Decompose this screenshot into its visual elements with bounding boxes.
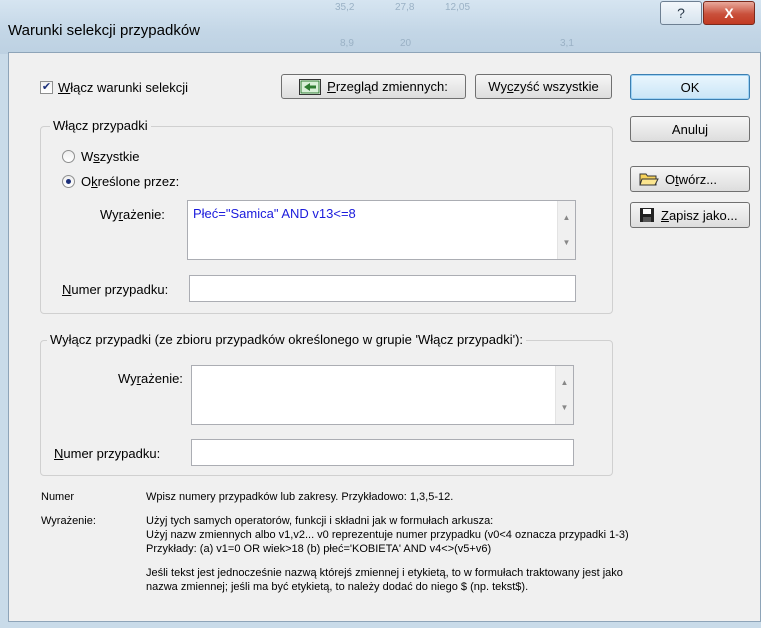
help-line: Użyj nazw zmiennych albo v1,v2... v0 rep… (146, 529, 629, 541)
include-case-number-field[interactable] (189, 275, 576, 302)
save-as-button[interactable]: Zapisz jako... (630, 202, 750, 228)
background-fragment: 35,2 (335, 2, 355, 13)
scroll-up-icon[interactable]: ▲ (561, 378, 569, 387)
folder-open-icon (639, 173, 659, 186)
radio-specified-circle[interactable] (62, 175, 75, 188)
background-fragment: 8,9 (340, 38, 354, 49)
exclude-expression-field[interactable]: ▲ ▼ (191, 365, 574, 425)
help-note-line: nazwa zmiennej; jeśli ma być etykietą, t… (146, 581, 529, 593)
clear-all-label: Wyczyść wszystkie (488, 79, 599, 94)
ok-button[interactable]: OK (630, 74, 750, 100)
exclude-cases-title: Wyłącz przypadki (ze zbioru przypadków o… (47, 332, 527, 347)
scroll-down-icon[interactable]: ▼ (563, 238, 571, 247)
open-label: Otwórz... (665, 171, 718, 187)
cancel-button[interactable]: Anuluj (630, 116, 750, 142)
radio-all[interactable]: Wszystkie (62, 149, 140, 164)
help-button[interactable]: ? (660, 1, 702, 25)
help-note-line: Jeśli tekst jest jednocześnie nazwą któr… (146, 567, 623, 579)
variables-icon (299, 78, 322, 95)
exclude-expression-label: Wyrażenie: (118, 371, 183, 386)
checkbox-box[interactable]: ✔ (40, 81, 53, 94)
enable-selection-checkbox[interactable]: ✔ Włącz warunki selekcji (40, 80, 188, 95)
help-line: Przykłady: (a) v1=0 OR wiek>18 (b) płeć=… (146, 543, 492, 555)
enable-selection-label: Włącz warunki selekcji (58, 80, 189, 95)
help-expression-label: Wyrażenie: (41, 515, 96, 527)
exclude-case-number-field[interactable] (191, 439, 574, 466)
close-button[interactable]: X (703, 1, 755, 25)
floppy-disk-icon (640, 208, 654, 222)
radio-all-circle[interactable] (62, 150, 75, 163)
include-expression-scrollbar[interactable]: ▲ ▼ (557, 201, 575, 259)
include-cases-title: Włącz przypadki (50, 118, 151, 133)
title-bar: 35,2 27,8 12,05 8,9 20 3,1 Warunki selek… (0, 0, 761, 54)
include-expression-field[interactable]: Płeć="Samica" AND v13<=8 ▲ ▼ (187, 200, 576, 260)
open-button[interactable]: Otwórz... (630, 166, 750, 192)
clear-all-button[interactable]: Wyczyść wszystkie (475, 74, 612, 99)
background-fragment: 27,8 (395, 2, 415, 13)
browse-variables-button[interactable]: Przegląd zmiennych: (281, 74, 466, 99)
help-line: Użyj tych samych operatorów, funkcji i s… (146, 515, 494, 527)
help-numer-label: Numer (41, 491, 75, 503)
scroll-down-icon[interactable]: ▼ (561, 403, 569, 412)
background-fragment: 12,05 (445, 2, 471, 13)
browse-variables-label: Przegląd zmiennych: (327, 79, 448, 94)
include-expression-value: Płeć="Samica" AND v13<=8 (193, 206, 356, 221)
include-case-number-label: Numer przypadku: (62, 282, 169, 297)
help-icon: ? (677, 5, 685, 21)
exclude-expression-scrollbar[interactable]: ▲ ▼ (555, 366, 573, 424)
background-fragment: 20 (400, 38, 412, 49)
save-as-label: Zapisz jako... (661, 207, 738, 223)
exclude-case-number-label: Numer przypadku: (54, 446, 161, 461)
scroll-up-icon[interactable]: ▲ (563, 213, 571, 222)
background-fragment: 3,1 (560, 38, 574, 49)
window-title: Warunki selekcji przypadków (8, 22, 201, 39)
radio-all-label: Wszystkie (81, 149, 140, 164)
cancel-label: Anuluj (671, 121, 709, 137)
close-icon: X (724, 5, 734, 21)
help-numer-text: Wpisz numery przypadków lub zakresy. Prz… (146, 491, 454, 503)
radio-specified-label: Określone przez: (81, 174, 180, 189)
include-expression-label: Wyrażenie: (100, 207, 165, 222)
radio-specified[interactable]: Określone przez: (62, 174, 179, 189)
ok-label: OK (680, 79, 700, 95)
